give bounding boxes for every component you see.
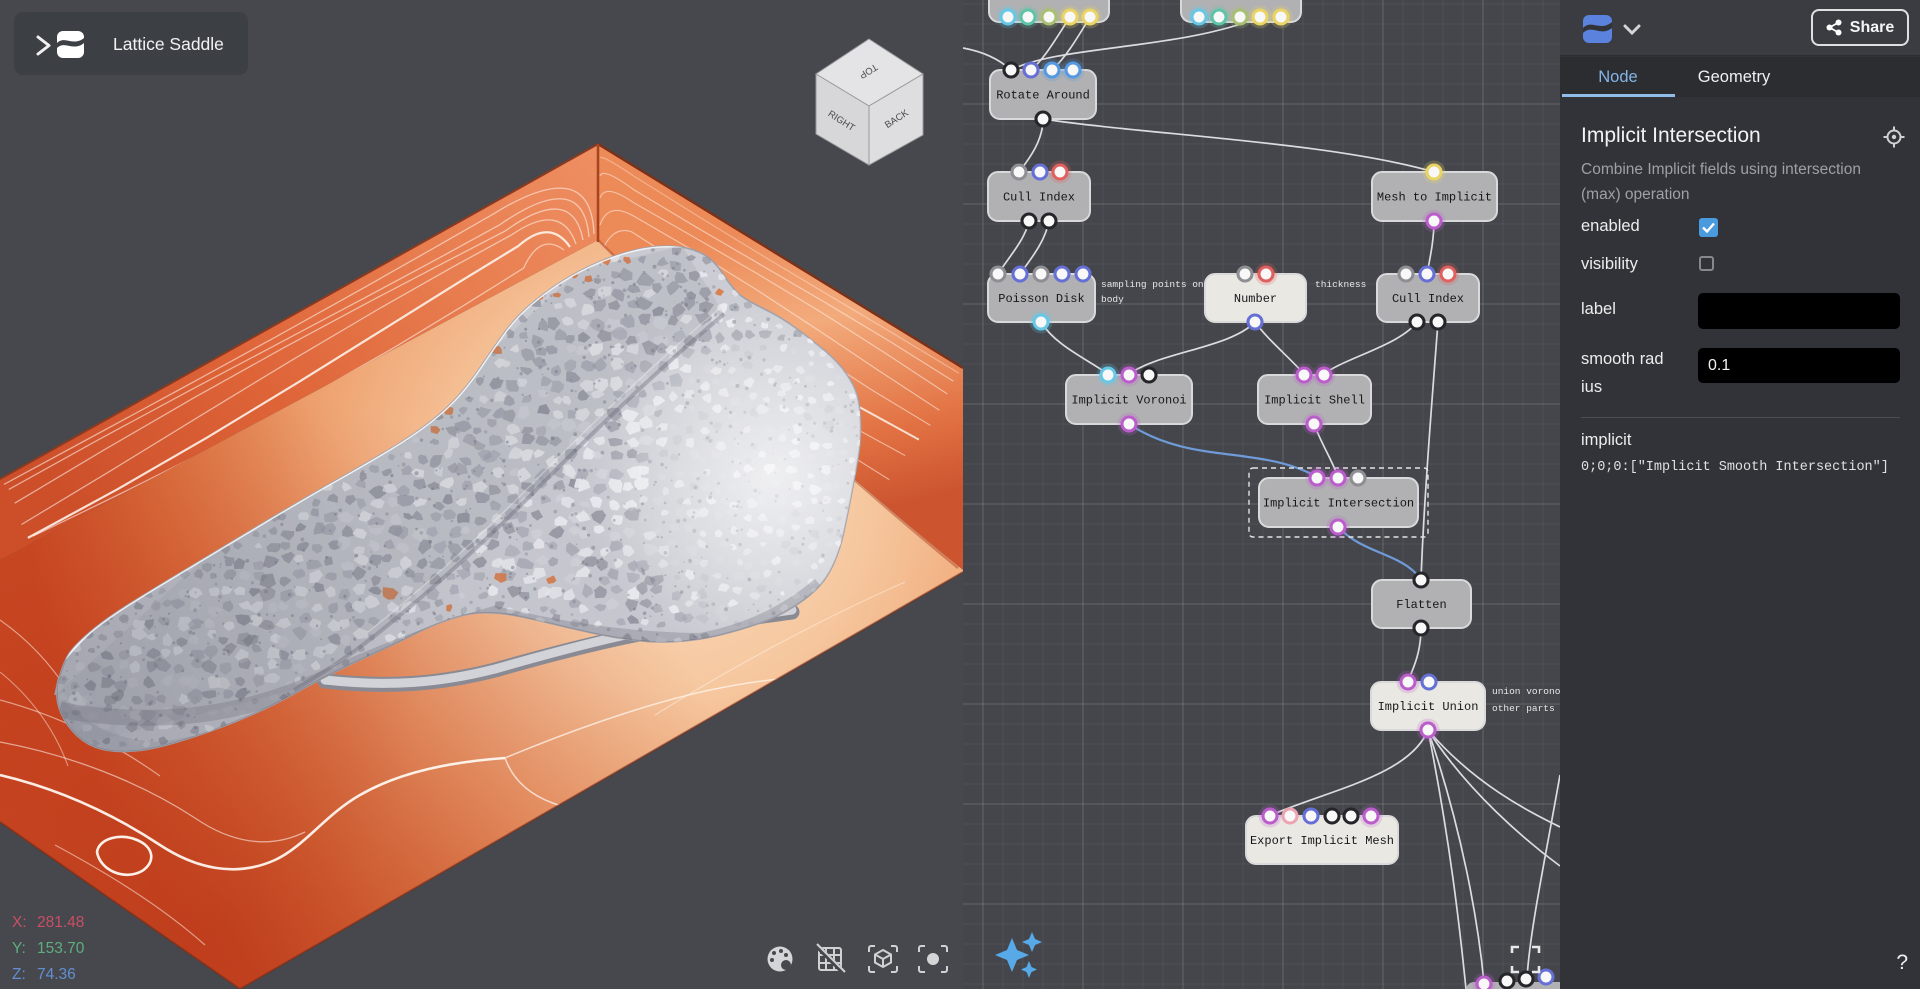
svg-text:X:: X:: [12, 914, 27, 931]
svg-text:Implicit Intersection: Implicit Intersection: [1263, 497, 1414, 511]
svg-text:Rotate Around: Rotate Around: [996, 89, 1090, 103]
svg-text:Mesh to Implicit: Mesh to Implicit: [1377, 191, 1492, 205]
svg-text:body: body: [1101, 294, 1124, 305]
svg-text:74.36: 74.36: [37, 966, 76, 983]
svg-text:Implicit Union: Implicit Union: [1378, 700, 1479, 714]
svg-text:Cull Index: Cull Index: [1392, 292, 1464, 306]
svg-text:Lattice Saddle: Lattice Saddle: [113, 34, 224, 54]
svg-text:Number: Number: [1234, 292, 1277, 306]
svg-text:Poisson Disk: Poisson Disk: [998, 292, 1084, 306]
svg-text:Implicit Voronoi: Implicit Voronoi: [1071, 394, 1186, 408]
svg-text:Implicit Shell: Implicit Shell: [1264, 394, 1365, 408]
svg-text:Y:: Y:: [12, 940, 26, 957]
svg-text:other parts: other parts: [1492, 703, 1555, 714]
svg-text:sampling points on: sampling points on: [1101, 279, 1204, 290]
svg-text:thickness: thickness: [1315, 279, 1366, 290]
svg-text:281.48: 281.48: [37, 914, 84, 931]
svg-text:Export Implicit Mesh: Export Implicit Mesh: [1250, 834, 1394, 848]
svg-text:Cull Index: Cull Index: [1003, 191, 1075, 205]
svg-text:Flatten: Flatten: [1396, 598, 1446, 612]
svg-text:union voronoi: union voronoi: [1492, 686, 1560, 697]
svg-text:153.70: 153.70: [37, 940, 85, 957]
svg-text:Z:: Z:: [12, 966, 26, 983]
